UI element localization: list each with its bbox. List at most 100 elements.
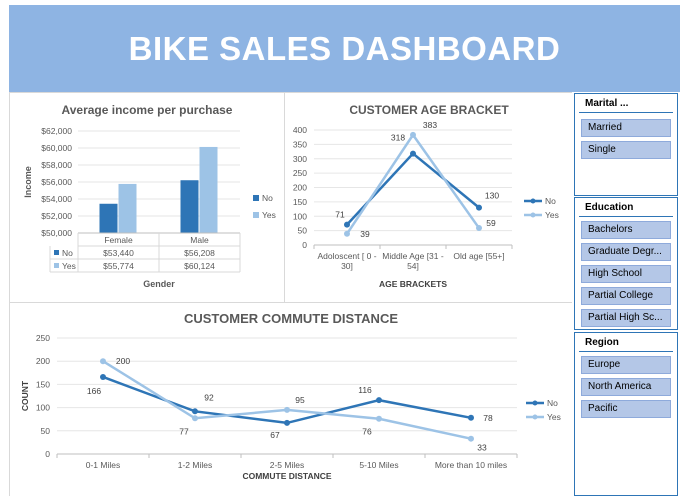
x-axis-label: AGE BRACKETS xyxy=(379,279,447,289)
bar-yes-male xyxy=(199,146,218,233)
data-label-yes: 33 xyxy=(477,443,487,453)
x-tick-label: 1-2 Miles xyxy=(178,460,212,470)
legend-key-marker xyxy=(530,198,536,204)
commute-distance-chart: CUSTOMER COMMUTE DISTANCE 0 50 100 150 200 250… xyxy=(20,311,561,481)
data-label-no: 71 xyxy=(335,210,345,220)
age-bracket-chart: CUSTOMER AGE BRACKET 0 50 100 150 200 250 300 35… xyxy=(293,103,559,289)
slicer-marital: Marital ... Married Single xyxy=(574,93,678,196)
legend-label: Yes xyxy=(547,412,561,422)
age-chart-panel: CUSTOMER AGE BRACKET 0 50 100 150 200 250 300 35… xyxy=(285,93,572,301)
legend-key-marker xyxy=(532,400,538,406)
data-point-yes xyxy=(468,435,474,442)
data-point-yes xyxy=(192,415,198,422)
dashboard-banner: BIKE SALES DASHBOARD xyxy=(9,5,680,92)
y-tick-label: 0 xyxy=(45,449,50,459)
legend-key-marker xyxy=(532,414,538,420)
chart-title: CUSTOMER COMMUTE DISTANCE xyxy=(184,311,398,326)
x-tick-label: 30] xyxy=(341,261,353,271)
table-series-label: No xyxy=(62,248,73,258)
slicer-item-high-school[interactable]: High School xyxy=(581,265,671,283)
series-line-no xyxy=(102,375,472,425)
y-axis-label: Income xyxy=(23,166,33,198)
slicer-item-partial-college[interactable]: Partial College xyxy=(581,287,671,305)
data-label-no: 166 xyxy=(87,386,101,396)
data-table-value: $60,124 xyxy=(184,261,215,271)
y-tick-label: 50 xyxy=(298,226,308,236)
dashboard-title: BIKE SALES DASHBOARD xyxy=(128,29,561,67)
slicer-item-bachelors[interactable]: Bachelors xyxy=(581,221,671,239)
y-tick-label: 200 xyxy=(36,356,50,366)
data-point-yes xyxy=(344,230,350,237)
income-chart-panel: Average income per purchase $50,000 $52,00… xyxy=(10,93,284,301)
legend-label: Yes xyxy=(545,210,559,220)
y-tick-label: 0 xyxy=(302,240,307,250)
y-tick-label: 250 xyxy=(36,333,50,343)
x-tick-label: Old age [55+] xyxy=(453,251,504,261)
y-tick-label: $56,000 xyxy=(41,177,72,187)
x-tick-label: 2-5 Miles xyxy=(270,460,304,470)
data-point-yes xyxy=(410,131,416,138)
x-tick-label: Female xyxy=(104,235,133,245)
y-tick-label: $58,000 xyxy=(41,160,72,170)
y-tick-label: $50,000 xyxy=(41,228,72,238)
bar-no-male xyxy=(180,180,199,233)
data-point-no xyxy=(476,204,482,211)
data-label-yes: 95 xyxy=(295,395,305,405)
legend-label: No xyxy=(545,196,556,206)
data-point-no xyxy=(100,373,106,380)
data-point-no xyxy=(410,150,416,157)
chart-title: CUSTOMER AGE BRACKET xyxy=(349,103,509,117)
slicer-item-europe[interactable]: Europe xyxy=(581,356,671,374)
y-tick-label: $60,000 xyxy=(41,143,72,153)
series-line-yes xyxy=(345,132,481,235)
data-label-yes: 200 xyxy=(116,356,130,366)
slicer-item-partial-high-school[interactable]: Partial High Sc... xyxy=(581,309,671,327)
data-label-no: 116 xyxy=(358,385,372,395)
y-tick-label: 250 xyxy=(293,168,307,178)
data-point-yes xyxy=(100,358,106,365)
data-point-no xyxy=(192,408,198,415)
data-label-yes: 59 xyxy=(486,218,496,228)
slicer-region-header: Region xyxy=(579,333,673,352)
slicer-item-north-america[interactable]: North America xyxy=(581,378,671,396)
data-point-no xyxy=(376,397,382,404)
legend-label: No xyxy=(262,193,273,203)
slicer-education: Education Bachelors Graduate Degr... Hig… xyxy=(574,197,678,330)
y-tick-label: 150 xyxy=(36,379,50,389)
legend-label: Yes xyxy=(262,210,276,220)
chart-title: Average income per purchase xyxy=(62,103,233,117)
y-tick-label: 350 xyxy=(293,139,307,149)
y-tick-label: 400 xyxy=(293,125,307,135)
slicer-item-single[interactable]: Single xyxy=(581,141,671,159)
data-table-value: $56,208 xyxy=(184,248,215,258)
data-point-no xyxy=(468,414,474,421)
table-legend-key xyxy=(54,250,59,255)
x-tick-label: 54] xyxy=(407,261,419,271)
x-tick-label: Adoloscent [ 0 - xyxy=(317,251,376,261)
data-point-no xyxy=(284,419,290,426)
data-label-no: 92 xyxy=(204,392,214,402)
data-label-no: 78 xyxy=(483,413,493,423)
y-tick-label: 50 xyxy=(41,426,51,436)
bar-yes-female xyxy=(118,183,137,233)
slicer-item-graduate-degree[interactable]: Graduate Degr... xyxy=(581,243,671,261)
slicer-item-pacific[interactable]: Pacific xyxy=(581,400,671,418)
series-line-yes xyxy=(102,360,472,440)
data-label-yes: 76 xyxy=(362,427,372,437)
table-series-label: Yes xyxy=(62,261,76,271)
slicer-item-married[interactable]: Married xyxy=(581,119,671,137)
y-tick-label: $54,000 xyxy=(41,194,72,204)
data-point-yes xyxy=(476,225,482,232)
y-tick-label: 200 xyxy=(293,183,307,193)
slicer-marital-header: Marital ... xyxy=(579,94,673,113)
bar-no-female xyxy=(99,203,118,233)
x-tick-label: Middle Age [31 - xyxy=(382,251,444,261)
data-table-value: $53,440 xyxy=(103,248,134,258)
x-tick-label: 5-10 Miles xyxy=(359,460,398,470)
x-axis-label: Gender xyxy=(143,279,175,289)
y-tick-label: 300 xyxy=(293,154,307,164)
y-axis-label: COUNT xyxy=(20,380,30,411)
data-label-no: 67 xyxy=(270,430,280,440)
data-label-yes: 383 xyxy=(423,120,437,130)
y-tick-label: $62,000 xyxy=(41,126,72,136)
